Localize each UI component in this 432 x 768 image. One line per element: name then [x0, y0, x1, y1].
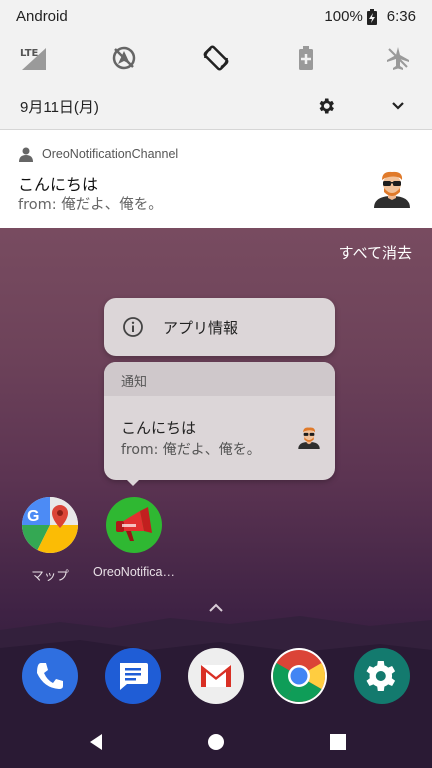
oreo-notification-app-icon[interactable] — [106, 497, 162, 553]
popup-notification-title: こんにちは — [121, 419, 197, 437]
notification-body: from: 俺だよ、俺を。 — [18, 197, 163, 213]
notification-shade: Android 100% 6:36 LTE 9月11日(月) OreoNotif… — [0, 0, 432, 228]
maps-icon: G — [22, 497, 78, 553]
home-button[interactable] — [204, 730, 228, 754]
clock: 6:36 — [386, 8, 416, 25]
carrier-label: Android — [16, 8, 68, 25]
auto-rotate-icon — [203, 45, 229, 71]
svg-text:LTE: LTE — [20, 48, 39, 59]
settings-gear-icon — [366, 661, 396, 691]
chevron-up-icon[interactable] — [206, 601, 226, 613]
message-icon — [120, 663, 148, 690]
date-row: 9月11日(月) — [0, 84, 432, 128]
maps-app-label: マップ — [31, 569, 69, 583]
notification-avatar-icon — [374, 171, 410, 208]
battery-saver-icon — [299, 46, 313, 70]
lte-signal-tile[interactable]: LTE — [14, 38, 54, 78]
settings-gear-icon[interactable] — [316, 96, 336, 116]
status-bar: Android 100% 6:36 — [0, 0, 432, 34]
status-right: 100% 6:36 — [324, 8, 416, 25]
gmail-icon — [201, 665, 231, 687]
shade-date: 9月11日(月) — [20, 99, 99, 116]
chrome-app-icon[interactable] — [271, 648, 327, 704]
svg-text:G: G — [27, 508, 39, 525]
recents-button[interactable] — [326, 730, 350, 754]
back-button[interactable] — [84, 730, 108, 754]
app-info-shortcut[interactable]: アプリ情報 — [104, 298, 335, 356]
battery-percent: 100% — [324, 8, 363, 25]
info-icon — [123, 317, 143, 337]
location-off-tile[interactable] — [104, 38, 144, 78]
notification-card[interactable]: OreoNotificationChannel こんにちは from: 俺だよ、… — [0, 130, 432, 228]
gmail-app-icon[interactable] — [188, 648, 244, 704]
popup-notifications-panel[interactable]: 通知 こんにちは from: 俺だよ、俺を。 — [104, 362, 335, 480]
notification-title: こんにちは — [18, 175, 99, 194]
oreo-notification-app-label: OreoNotifica… — [93, 565, 175, 579]
megaphone-icon — [116, 507, 152, 541]
phone-app-icon[interactable] — [22, 648, 78, 704]
auto-rotate-tile[interactable] — [196, 38, 236, 78]
battery-saver-tile[interactable] — [286, 38, 326, 78]
maps-app-icon[interactable]: G — [22, 497, 78, 553]
popup-header-label: 通知 — [121, 375, 148, 390]
quick-settings-row: LTE — [0, 38, 432, 78]
phone-icon — [37, 663, 63, 689]
messages-app-icon[interactable] — [105, 648, 161, 704]
notification-app-name: OreoNotificationChannel — [42, 147, 179, 161]
battery-charging-icon — [366, 8, 377, 25]
popup-notification-body: from: 俺だよ、俺を。 — [121, 442, 261, 458]
location-off-icon — [112, 46, 136, 70]
popup-pointer — [126, 479, 140, 486]
person-icon — [19, 147, 33, 162]
lte-signal-icon: LTE — [20, 48, 46, 70]
popup-notifications-header: 通知 — [104, 362, 335, 396]
popup-avatar-icon — [298, 427, 320, 449]
chrome-icon — [273, 650, 325, 702]
app-info-label: アプリ情報 — [163, 319, 239, 337]
airplane-mode-tile[interactable] — [378, 38, 418, 78]
settings-app-icon[interactable] — [354, 648, 410, 704]
chevron-down-icon[interactable] — [388, 96, 408, 116]
airplane-mode-icon — [387, 47, 409, 70]
clear-all-button[interactable]: すべて消去 — [339, 242, 412, 263]
